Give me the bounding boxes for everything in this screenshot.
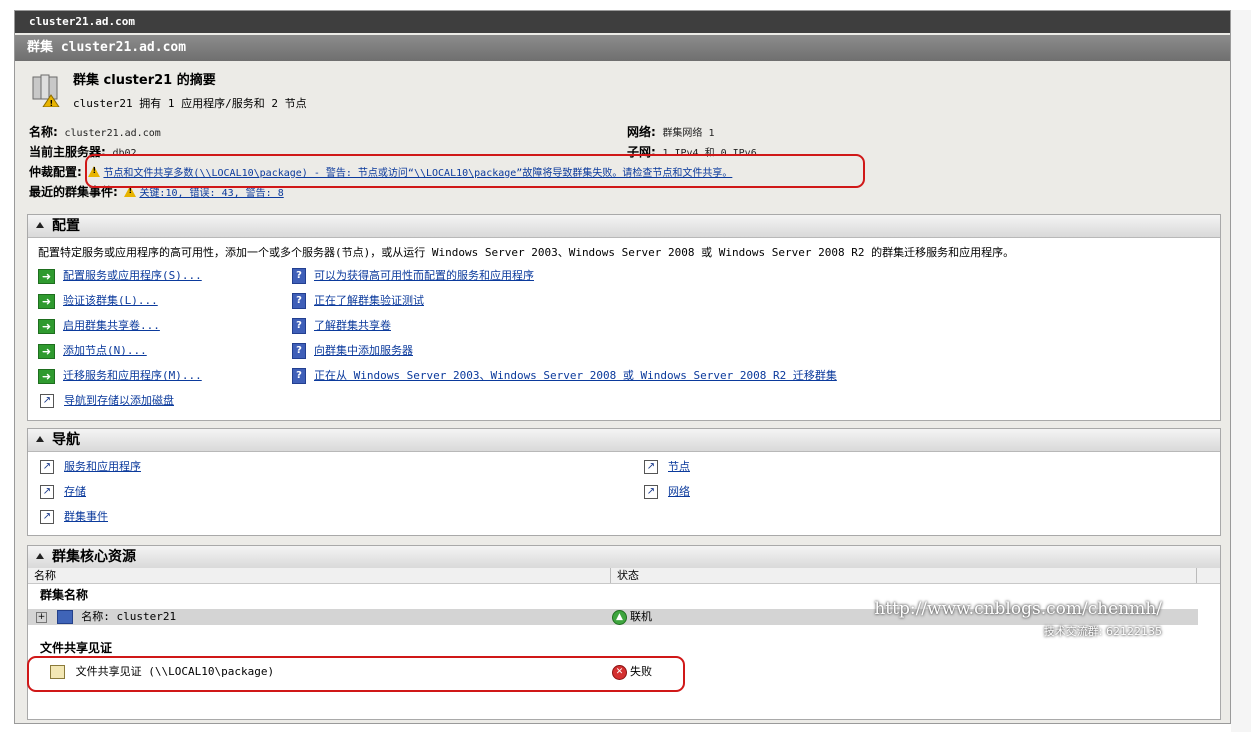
help-icon: ? (292, 268, 306, 284)
svg-text:!: ! (50, 99, 54, 107)
action-migrate[interactable]: ➜ 迁移服务和应用程序(M)... (38, 368, 202, 384)
page-header: 群集 cluster21.ad.com (15, 35, 1230, 61)
navigation-panel-title: 导航 (52, 432, 80, 448)
group-title-file-share-witness: 文件共享见证 (40, 641, 113, 655)
background-strip (1231, 10, 1251, 732)
core-resources-header[interactable]: 群集核心资源 (28, 546, 1220, 569)
collapse-icon (36, 436, 44, 442)
group-title-cluster-name: 群集名称 (40, 588, 89, 602)
shortcut-arrow-icon: ↗ (644, 460, 658, 474)
help-link-services[interactable]: ? 可以为获得高可用性而配置的服务和应用程序 (292, 268, 534, 284)
core-resources-panel: 群集核心资源 名称 状态 群集名称 + 名称: cluster21 ▲ 联机 文件… (27, 545, 1221, 720)
arrow-right-icon: ➜ (38, 268, 55, 284)
cluster-name-icon (56, 610, 73, 624)
nav-link-storage[interactable]: ↗ 存储 (40, 484, 86, 500)
shortcut-arrow-icon: ↗ (644, 485, 658, 499)
help-link-migrate[interactable]: ? 正在从 Windows Server 2003、Windows Server … (292, 368, 837, 384)
config-panel: 配置 配置特定服务或应用程序的高可用性，添加一个或多个服务器(节点)，或从运行 … (27, 214, 1221, 421)
shortcut-arrow-icon: ↗ (40, 485, 54, 499)
nav-link-services[interactable]: ↗ 服务和应用程序 (40, 459, 141, 475)
column-header-status[interactable]: 状态 (610, 568, 639, 583)
arrow-right-icon: ➜ (38, 343, 55, 359)
help-link-validation[interactable]: ? 正在了解群集验证测试 (292, 293, 424, 309)
action-add-node[interactable]: ➜ 添加节点(N)... (38, 343, 147, 359)
file-share-highlight (27, 656, 685, 692)
watermark-group: 技术交流群: 62122135 (1043, 625, 1162, 638)
help-link-csv[interactable]: ? 了解群集共享卷 (292, 318, 391, 334)
arrow-right-icon: ➜ (38, 293, 55, 309)
navigation-panel-header[interactable]: 导航 (28, 429, 1220, 452)
action-enable-csv[interactable]: ➜ 启用群集共享卷... (38, 318, 160, 334)
row1-status-text: 联机 (630, 610, 652, 623)
config-panel-title: 配置 (52, 218, 80, 234)
help-icon: ? (292, 368, 306, 384)
summary-subtitle: cluster21 拥有 1 应用程序/服务和 2 节点 (73, 97, 307, 110)
navigation-panel: 导航 ↗ 服务和应用程序 ↗ 存储 ↗ 群集事件 ↗ 节点 ↗ 网络 (27, 428, 1221, 536)
quorum-highlight (85, 154, 865, 188)
name-label: 名称: (29, 125, 58, 139)
help-icon: ? (292, 318, 306, 334)
nav-link-nodes[interactable]: ↗ 节点 (644, 459, 690, 475)
watermark-url: http://www.cnblogs.com/chenmh/ (874, 599, 1162, 619)
column-header-name[interactable]: 名称 (34, 568, 56, 583)
online-arrow-icon: ▲ (612, 609, 627, 625)
help-icon: ? (292, 343, 306, 359)
nav-link-events[interactable]: ↗ 群集事件 (40, 509, 108, 525)
arrow-right-icon: ➜ (38, 318, 55, 334)
network-label: 网络: (627, 125, 656, 139)
column-header-row: 名称 状态 (28, 568, 1220, 584)
config-description: 配置特定服务或应用程序的高可用性，添加一个或多个服务器(节点)，或从运行 Win… (38, 246, 1015, 259)
shortcut-arrow-icon: ↗ (40, 510, 54, 524)
row1-status: ▲ 联机 (612, 609, 652, 625)
core-resources-title: 群集核心资源 (52, 549, 136, 565)
help-link-add-server[interactable]: ? 向群集中添加服务器 (292, 343, 413, 359)
collapse-icon (36, 222, 44, 228)
action-validate-cluster[interactable]: ➜ 验证该群集(L)... (38, 293, 158, 309)
expand-icon[interactable]: + (36, 611, 47, 623)
config-panel-header[interactable]: 配置 (28, 215, 1220, 238)
help-icon: ? (292, 293, 306, 309)
table-row-cluster-name[interactable]: + 名称: cluster21 (36, 609, 176, 625)
network-value: 群集网络 1 (662, 128, 715, 139)
shortcut-arrow-icon: ↗ (40, 394, 54, 408)
nav-link-networks[interactable]: ↗ 网络 (644, 484, 690, 500)
action-configure-service[interactable]: ➜ 配置服务或应用程序(S)... (38, 268, 202, 284)
row1-name: 名称: cluster21 (81, 610, 177, 623)
collapse-icon (36, 553, 44, 559)
window-title-bar: cluster21.ad.com (15, 11, 1230, 33)
main-window: cluster21.ad.com 群集 cluster21.ad.com ! 群… (14, 10, 1231, 724)
events-link[interactable]: 关键:10, 错误: 43, 警告: 8 (139, 188, 283, 199)
action-navigate-storage[interactable]: ↗ 导航到存储以添加磁盘 (40, 393, 174, 409)
quorum-label: 仲裁配置: (29, 165, 82, 179)
shortcut-arrow-icon: ↗ (40, 460, 54, 474)
cluster-warning-icon: ! (31, 73, 61, 108)
summary-title: 群集 cluster21 的摘要 (73, 73, 216, 88)
name-value: cluster21.ad.com (64, 128, 161, 139)
arrow-right-icon: ➜ (38, 368, 55, 384)
